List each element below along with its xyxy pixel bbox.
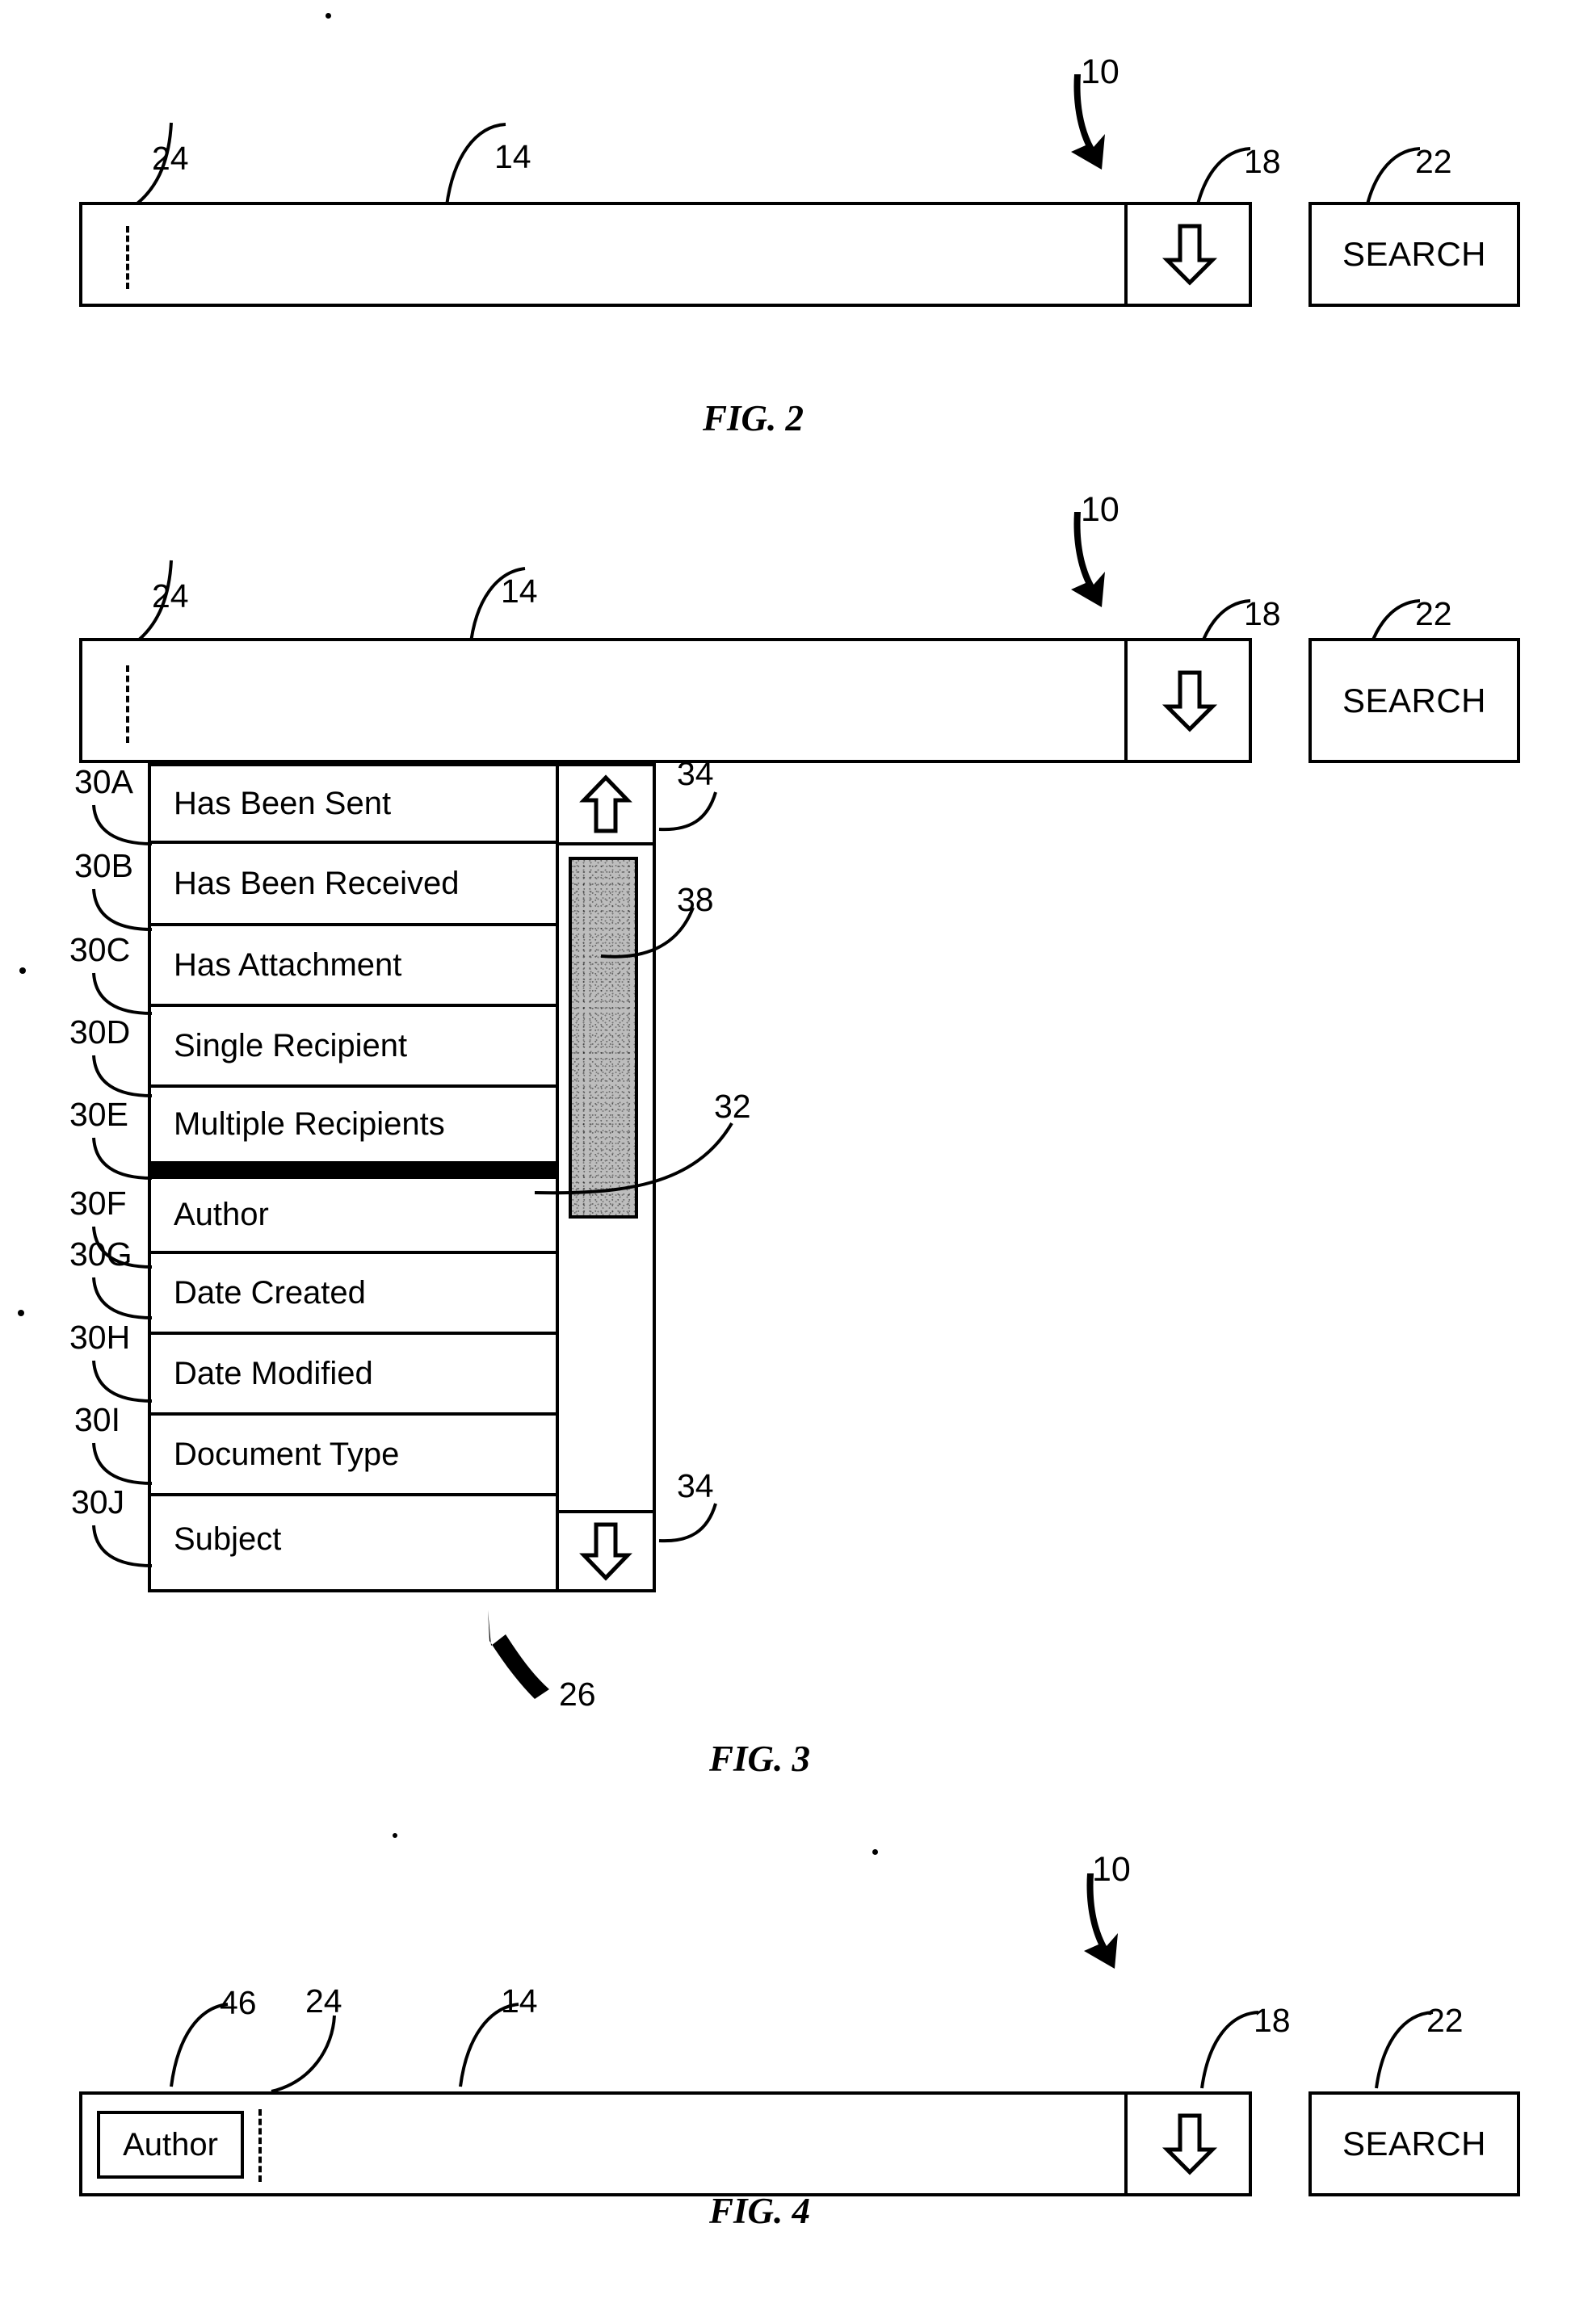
patent-figure-sheet: 10 24 14 18 22 SEARCH FIG. 2 10 24 14 18…: [0, 0, 1592, 2324]
figure-caption-fig4: FIG. 4: [709, 2191, 811, 2231]
search-token-author[interactable]: Author: [97, 2111, 244, 2179]
figure-4: 10 46 24 14 18 22 Author SEARCH FIG. 4: [0, 0, 1592, 2324]
leader-cursor-24-fig4: [271, 2015, 336, 2093]
ref-label-10-fig4: 10: [1092, 1850, 1131, 1889]
ref-label-46: 46: [220, 1984, 257, 2021]
scan-speck: [19, 967, 26, 974]
search-button-fig4[interactable]: SEARCH: [1308, 2091, 1520, 2196]
search-bar-fig4: Author: [79, 2091, 1252, 2196]
ref-label-22-fig4: 22: [1426, 2002, 1464, 2039]
scan-speck: [393, 1833, 397, 1838]
scan-speck: [18, 1310, 24, 1316]
ref-label-18-fig4: 18: [1254, 2002, 1291, 2039]
dropdown-button-fig4[interactable]: [1124, 2095, 1252, 2193]
ref-label-14-fig4: 14: [501, 1982, 538, 2020]
text-cursor-fig4: [258, 2109, 262, 2182]
scan-speck: [872, 1849, 878, 1855]
down-arrow-icon: [1161, 2113, 1218, 2175]
scan-speck: [326, 13, 331, 19]
ref-label-24-fig4: 24: [305, 1982, 342, 2020]
